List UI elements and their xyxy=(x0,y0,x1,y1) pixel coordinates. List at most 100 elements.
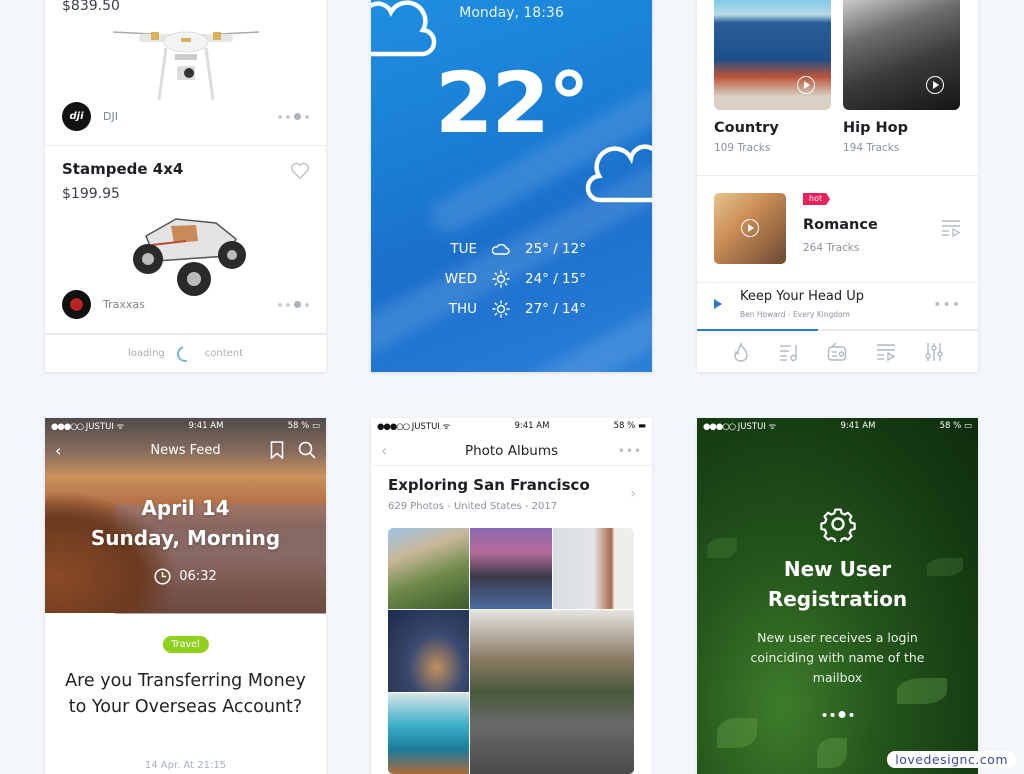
product-name: Stampede 4x4 xyxy=(62,160,184,178)
play-icon[interactable] xyxy=(926,76,944,94)
music-card: Country 109 Tracks Hip Hop 194 Tracks ho… xyxy=(697,0,978,372)
photo-thumb[interactable] xyxy=(553,528,634,609)
hero-day-line: Sunday, Morning xyxy=(90,526,281,550)
search-icon[interactable] xyxy=(298,441,316,459)
product-item-drone[interactable]: $839.50 dji DJI xyxy=(45,0,326,146)
nav-title: News Feed xyxy=(150,442,221,458)
more-icon[interactable]: ••• xyxy=(933,297,961,313)
status-bar: ●●●○○ JUSTUI ᯤ 9:41 AM 58 % ▬ xyxy=(377,421,646,432)
forecast-range: 24° / 15° xyxy=(525,271,586,287)
photo-thumb[interactable] xyxy=(388,528,469,609)
now-playing[interactable]: Keep Your Head Up Ben Howard - Every Kin… xyxy=(697,283,978,330)
album-title[interactable]: Exploring San Francisco xyxy=(388,476,590,494)
hero-date-line: April 14 xyxy=(141,496,230,520)
playlist-icon[interactable] xyxy=(876,342,896,362)
photo-albums-card: ●●●○○ JUSTUI ᯤ 9:41 AM 58 % ▬ ‹ Photo Al… xyxy=(371,418,652,774)
brand-row[interactable]: dji DJI xyxy=(62,102,118,131)
forecast-range: 27° / 14° xyxy=(525,301,586,317)
flame-icon[interactable] xyxy=(731,341,751,362)
watermark: lovedesignc.com xyxy=(887,751,1016,768)
hero-time-value: 06:32 xyxy=(179,569,217,584)
product-price: $839.50 xyxy=(62,0,120,14)
nav-title: Photo Albums xyxy=(464,442,559,459)
content-label: content xyxy=(204,348,244,359)
article-date: 14 Apr. At 21:15 xyxy=(144,760,227,771)
genre-artwork xyxy=(843,0,960,110)
forecast-day: WED xyxy=(444,271,477,287)
genre-track-count: 109 Tracks xyxy=(714,142,771,154)
genre-track-count: 194 Tracks xyxy=(843,142,900,154)
forecast-row: WED 24° / 15° xyxy=(431,264,586,294)
forecast-day: TUE xyxy=(450,241,477,257)
music-list-icon[interactable] xyxy=(779,342,799,362)
brand-logo: dji xyxy=(62,102,91,131)
forecast-row: THU 27° / 14° xyxy=(431,294,586,324)
hero-date: April 14 Sunday, Morning xyxy=(45,493,326,553)
photo-thumb[interactable] xyxy=(388,610,469,692)
brand-name: Traxxas xyxy=(103,298,145,311)
playlist-artwork xyxy=(714,193,786,264)
brand-name: DJI xyxy=(103,110,118,123)
category-tag[interactable]: Travel xyxy=(162,636,209,653)
chevron-right-icon[interactable]: › xyxy=(630,486,636,502)
radio-icon[interactable] xyxy=(827,342,847,362)
equalizer-icon[interactable] xyxy=(924,342,944,362)
registration-description: New user receives a login coinciding wit… xyxy=(750,630,925,685)
play-icon[interactable] xyxy=(741,219,759,237)
status-bar: ●●●○○ JUSTUI ᯤ 9:41 AM 58 % ▭ xyxy=(703,421,972,432)
title-line: New User xyxy=(783,557,892,581)
loading-label: loading xyxy=(127,348,165,359)
news-feed-card: ●●●○○ JUSTUI ᯤ 9:41 AM 58 % ▭ ‹ News Fee… xyxy=(45,418,326,774)
brand-row[interactable]: Traxxas xyxy=(62,290,145,319)
status-time: 9:41 AM xyxy=(514,421,550,431)
nav-bar: ‹ News Feed xyxy=(45,438,326,462)
gear-icon xyxy=(819,508,856,542)
product-item-stampede[interactable]: Stampede 4x4 $199.95 Traxxas xyxy=(45,146,326,334)
track-subtitle: Ben Howard - Every Kingdom xyxy=(740,310,850,319)
brand-logo xyxy=(62,290,91,319)
play-icon[interactable] xyxy=(797,76,815,94)
clock-icon xyxy=(154,568,171,585)
back-icon[interactable]: ‹ xyxy=(381,441,387,460)
status-time: 9:41 AM xyxy=(840,421,876,431)
title-line: Registration xyxy=(767,587,908,611)
photo-thumb[interactable] xyxy=(388,693,469,774)
registration-title: New User Registration xyxy=(697,554,978,614)
product-list-card: $839.50 dji DJI Stampede 4x4 $199.95 Tra… xyxy=(45,0,326,372)
status-bar: ●●●○○ JUSTUI ᯤ 9:41 AM 58 % ▭ xyxy=(51,421,320,432)
genre-country[interactable]: Country 109 Tracks xyxy=(714,0,831,154)
album-meta: 629 Photos - United States - 2017 xyxy=(388,501,558,512)
forecast-list: TUE 25° / 12° WED 24° / 15° THU 27° / 14… xyxy=(431,234,586,324)
forecast-day: THU xyxy=(448,301,477,317)
more-icon[interactable]: ••• xyxy=(618,444,642,458)
playlist-icon[interactable] xyxy=(941,219,961,237)
photo-thumb[interactable] xyxy=(470,610,634,774)
playlist-track-count: 264 Tracks xyxy=(803,242,860,254)
forecast-range: 25° / 12° xyxy=(525,241,586,257)
product-price: $199.95 xyxy=(62,186,120,202)
hero-time: 06:32 xyxy=(45,568,326,585)
heart-icon[interactable] xyxy=(290,162,310,180)
page-indicator[interactable] xyxy=(822,711,853,718)
image-pager[interactable] xyxy=(278,113,309,120)
weather-card: Monday, 18:36 22° TUE 25° / 12° WED 24° … xyxy=(371,0,652,372)
article-headline[interactable]: Are you Transferring Money to Your Overs… xyxy=(65,668,306,720)
back-icon[interactable]: ‹ xyxy=(55,441,61,460)
play-icon[interactable] xyxy=(714,299,722,309)
genre-artwork xyxy=(714,0,831,110)
spinner-icon xyxy=(173,342,196,365)
cloud-icon xyxy=(492,243,510,255)
hot-badge: hot xyxy=(803,193,831,205)
photo-grid xyxy=(388,528,634,774)
nav-bar: ‹ Photo Albums ••• xyxy=(371,436,652,466)
playlist-name: Romance xyxy=(803,217,878,233)
news-hero-image: ●●●○○ JUSTUI ᯤ 9:41 AM 58 % ▭ ‹ News Fee… xyxy=(45,418,326,614)
photo-thumb[interactable] xyxy=(470,528,552,609)
genre-hiphop[interactable]: Hip Hop 194 Tracks xyxy=(843,0,960,154)
bookmark-icon[interactable] xyxy=(270,441,284,459)
featured-playlist[interactable]: hot Romance 264 Tracks xyxy=(714,193,961,265)
battery-label: 58 % xyxy=(939,421,962,431)
track-title: Keep Your Head Up xyxy=(740,289,865,304)
image-pager[interactable] xyxy=(278,301,309,308)
tab-bar xyxy=(697,331,978,372)
